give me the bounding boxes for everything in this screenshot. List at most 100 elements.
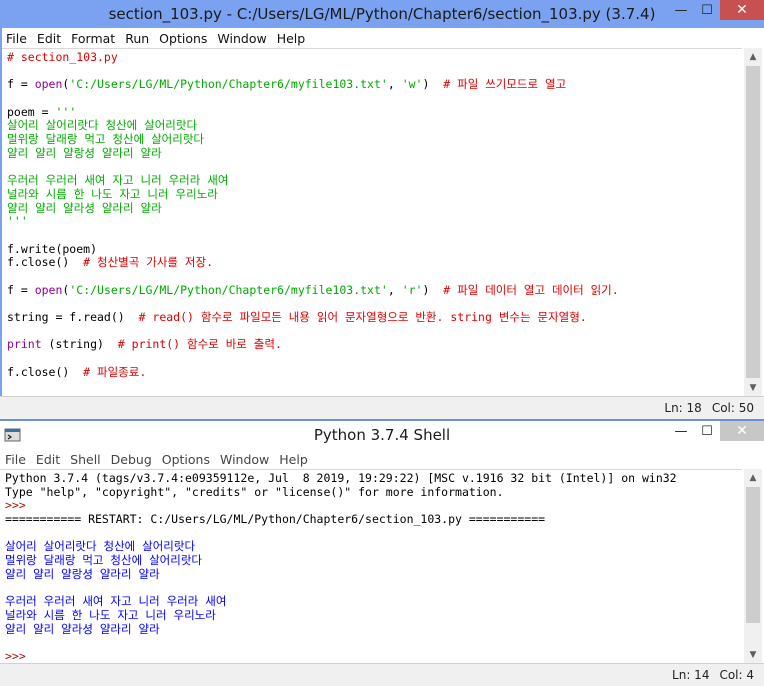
scroll-up-icon[interactable]: ▲: [744, 469, 762, 486]
code-token: poem =: [7, 104, 56, 119]
menu-format[interactable]: Format: [66, 31, 120, 46]
menu-options[interactable]: Options: [157, 452, 215, 467]
code-line: f = open('C:/Users/LG/ML/Python/Chapter6…: [2, 282, 742, 298]
shell-line: 얄리 얄리 얄랑셩 얄라리 얄라: [0, 567, 742, 582]
shell-status-bar: Ln: 14 Col: 4: [0, 663, 764, 686]
code-token: open: [34, 77, 63, 92]
editor-window: section_103.py - C:/Users/LG/ML/Python/C…: [0, 0, 764, 419]
code-token: Type "help", "copyright", "credits" or "…: [5, 484, 504, 499]
shell-scrollbar[interactable]: ▲ ▼: [744, 469, 762, 663]
maximize-icon[interactable]: ☐: [694, 0, 720, 20]
minimize-icon[interactable]: —: [668, 0, 694, 20]
code-line: 얄리 얄리 얄라셩 얄라리 얄라: [2, 201, 742, 216]
code-token: open: [34, 282, 63, 297]
menu-edit[interactable]: Edit: [31, 452, 65, 467]
menu-window[interactable]: Window: [215, 452, 274, 467]
code-line: f.close() # 파일종료.: [2, 364, 742, 380]
code-token: ,: [387, 282, 402, 297]
code-token: 'w': [401, 77, 423, 92]
code-line: # section_103.py: [2, 50, 742, 65]
shell-col-number: Col: 4: [719, 668, 754, 682]
code-token: ''': [55, 104, 77, 119]
shell-line: =========== RESTART: C:/Users/LG/ML/Pyth…: [0, 512, 742, 527]
code-token: f =: [7, 282, 35, 297]
menu-file[interactable]: File: [1, 31, 32, 46]
editor-menu-bar: File Edit Format Run Options Window Help: [0, 28, 764, 48]
code-line: 살어리 살어리랏다 청산에 살어리랏다: [2, 119, 742, 133]
menu-run[interactable]: Run: [120, 31, 154, 46]
shell-window: Python 3.7.4 Shell — ☐ ✕ File Edit Shell…: [0, 421, 764, 686]
shell-line: 살어리 살어리랏다 청산에 살어리랏다: [0, 540, 742, 554]
shell-menu-bar: File Edit Shell Debug Options Window Hel…: [0, 449, 764, 469]
menu-window[interactable]: Window: [212, 31, 271, 46]
code-token: 널라와 시름 한 나도 자고 니러 우리노라: [5, 607, 216, 622]
code-editor[interactable]: # section_103.py f = open('C:/Users/LG/M…: [2, 48, 742, 396]
code-line: 우러러 우러러 새여 자고 니러 우러라 새여: [2, 173, 742, 188]
code-token: 멀위랑 달래랑 먹고 청산에 살어리랏다: [7, 132, 204, 147]
menu-options[interactable]: Options: [154, 31, 212, 46]
code-line: f = open('C:/Users/LG/ML/Python/Chapter6…: [2, 78, 742, 92]
scroll-down-icon[interactable]: ▼: [744, 646, 762, 663]
code-token: # read() 함수로 파일모든 내용 읽어 문자열형으로 반환. strin…: [138, 310, 587, 325]
code-token: 살어리 살어리랏다 청산에 살어리랏다: [7, 118, 198, 133]
close-icon[interactable]: ✕: [720, 0, 764, 20]
code-token: 얄리 얄리 얄라셩 얄라리 얄라: [5, 621, 160, 636]
code-token: 'r': [401, 282, 423, 297]
shell-window-title: Python 3.7.4 Shell: [313, 426, 451, 444]
editor-status-bar: Ln: 18 Col: 50: [0, 396, 764, 419]
shell-title-bar[interactable]: Python 3.7.4 Shell — ☐ ✕: [0, 421, 764, 449]
code-line: string = f.read() # read() 함수로 파일모든 내용 읽…: [2, 310, 742, 325]
maximize-icon[interactable]: ☐: [694, 421, 720, 441]
shell-line: 멀위랑 달래랑 먹고 청산에 살어리랏다: [0, 553, 742, 568]
editor-col-number: Col: 50: [711, 401, 754, 415]
code-token: ): [422, 282, 444, 297]
menu-shell[interactable]: Shell: [65, 452, 106, 467]
code-token: # 청산별곡 가사를 저장.: [83, 255, 214, 270]
scroll-thumb[interactable]: [746, 487, 760, 623]
code-token: # 파일종료.: [83, 364, 147, 379]
code-token: 'C:/Users/LG/ML/Python/Chapter6/myfile10…: [69, 282, 388, 297]
code-token: # 파일 쓰기모드로 열고: [443, 77, 567, 92]
code-line: f.close() # 청산별곡 가사를 저장.: [2, 255, 742, 270]
scroll-down-icon[interactable]: ▼: [744, 379, 762, 396]
shell-line: >>>: [0, 649, 742, 663]
code-token: 'C:/Users/LG/ML/Python/Chapter6/myfile10…: [69, 77, 388, 92]
shell-line: >>>: [0, 499, 742, 513]
code-token: 널라와 시름 한 나도 자고 니러 우리노라: [7, 186, 218, 201]
code-line: 멀위랑 달래랑 먹고 청산에 살어리랏다: [2, 132, 742, 147]
editor-window-title: section_103.py - C:/Users/LG/ML/Python/C…: [108, 5, 656, 23]
code-token: # print() 함수로 바로 출력.: [117, 337, 282, 352]
scroll-thumb[interactable]: [746, 66, 760, 378]
code-token: ''': [7, 214, 28, 229]
close-icon[interactable]: ✕: [720, 421, 764, 441]
editor-title-bar[interactable]: section_103.py - C:/Users/LG/ML/Python/C…: [0, 0, 764, 28]
minimize-icon[interactable]: —: [668, 421, 694, 441]
menu-debug[interactable]: Debug: [106, 452, 157, 467]
scroll-up-icon[interactable]: ▲: [744, 48, 762, 65]
menu-file[interactable]: File: [0, 452, 31, 467]
shell-line: 얄리 얄리 얄라셩 얄라리 얄라: [0, 621, 742, 637]
code-token: f =: [7, 77, 35, 92]
editor-window-controls: — ☐ ✕: [668, 0, 764, 22]
code-token: f.write(poem): [7, 241, 98, 256]
code-token: f.close(): [7, 364, 84, 379]
code-token: Python 3.7.4 (tags/v3.7.4:e09359112e, Ju…: [5, 471, 677, 485]
shell-line: Python 3.7.4 (tags/v3.7.4:e09359112e, Ju…: [0, 471, 742, 486]
menu-help[interactable]: Help: [272, 31, 311, 46]
editor-scrollbar[interactable]: ▲ ▼: [744, 48, 762, 396]
code-token: 우러러 우러러 새여 자고 니러 우러라 새여: [7, 173, 229, 188]
menu-help[interactable]: Help: [274, 452, 313, 467]
code-token: ,: [387, 77, 402, 92]
menu-edit[interactable]: Edit: [32, 31, 66, 46]
shell-output[interactable]: Python 3.7.4 (tags/v3.7.4:e09359112e, Ju…: [0, 469, 742, 663]
code-token: ): [422, 77, 444, 92]
idle-python-icon: [4, 428, 21, 442]
